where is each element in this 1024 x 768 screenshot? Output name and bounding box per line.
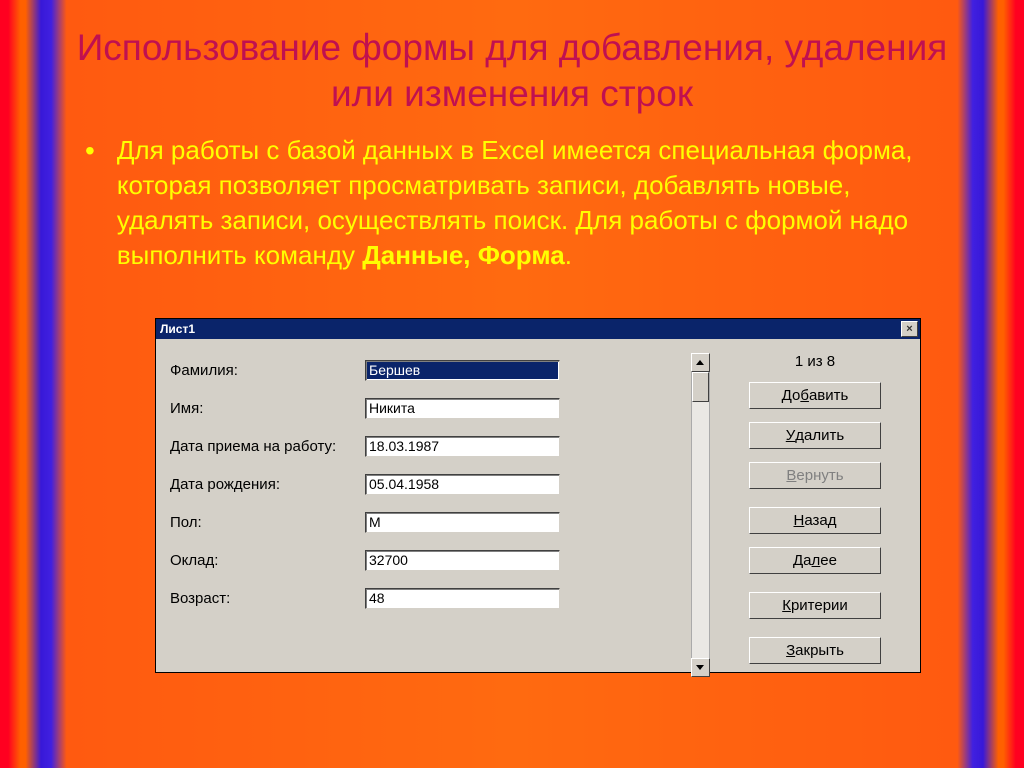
field-input[interactable] xyxy=(365,474,560,495)
next-button[interactable]: Далее xyxy=(749,547,881,574)
field-input[interactable] xyxy=(365,398,560,419)
data-form-dialog: Лист1 × Фамилия: Имя: Дата приема на работ… xyxy=(155,318,921,673)
field-row: Возраст: xyxy=(170,579,685,617)
btn-text-pre: До xyxy=(782,387,801,404)
field-label: Оклад: xyxy=(170,552,365,569)
restore-button: Вернуть xyxy=(749,462,881,489)
paragraph-text: Для работы с базой данных в Excel имеетс… xyxy=(117,133,949,273)
btn-accelerator: л xyxy=(812,552,821,569)
field-row: Дата приема на работу: xyxy=(170,427,685,465)
dialog-title: Лист1 xyxy=(160,322,195,336)
vertical-scrollbar[interactable] xyxy=(689,351,711,677)
bullet-item: • Для работы с базой данных в Excel имее… xyxy=(80,133,949,273)
paragraph-end: . xyxy=(565,240,572,270)
arrow-up-icon xyxy=(696,360,704,365)
btn-text-post: ее xyxy=(820,552,837,569)
slide-title: Использование формы для добавления, удал… xyxy=(60,0,964,128)
field-input[interactable] xyxy=(365,436,560,457)
criteria-button[interactable]: Критерии xyxy=(749,592,881,619)
btn-accelerator: б xyxy=(800,387,809,404)
field-row: Пол: xyxy=(170,503,685,541)
field-input[interactable] xyxy=(365,360,560,381)
close-icon[interactable]: × xyxy=(901,321,918,337)
btn-text-post: азад xyxy=(804,512,836,529)
scroll-up-button[interactable] xyxy=(691,353,710,372)
field-row: Оклад: xyxy=(170,541,685,579)
field-label: Возраст: xyxy=(170,590,365,607)
btn-accelerator: У xyxy=(786,427,796,444)
field-row: Дата рождения: xyxy=(170,465,685,503)
btn-accelerator: К xyxy=(782,597,791,614)
btn-text-post: ернуть xyxy=(796,467,843,484)
field-input[interactable] xyxy=(365,512,560,533)
field-input[interactable] xyxy=(365,588,560,609)
field-row: Имя: xyxy=(170,389,685,427)
prev-button[interactable]: Назад xyxy=(749,507,881,534)
field-label: Дата рождения: xyxy=(170,476,365,493)
btn-accelerator: З xyxy=(786,642,795,659)
delete-button[interactable]: Удалить xyxy=(749,422,881,449)
record-counter: 1 из 8 xyxy=(739,351,891,382)
close-button[interactable]: Закрыть xyxy=(749,637,881,664)
btn-text-pre: Да xyxy=(793,552,812,569)
field-label: Имя: xyxy=(170,400,365,417)
scroll-track[interactable] xyxy=(691,372,710,658)
bullet-icon: • xyxy=(80,133,117,169)
field-label: Пол: xyxy=(170,514,365,531)
scroll-down-button[interactable] xyxy=(691,658,710,677)
arrow-down-icon xyxy=(696,665,704,670)
btn-accelerator: Н xyxy=(794,512,805,529)
field-label: Дата приема на работу: xyxy=(170,438,365,455)
btn-text-post: ритерии xyxy=(791,597,848,614)
field-input[interactable] xyxy=(365,550,560,571)
btn-text-post: авить xyxy=(809,387,848,404)
field-label: Фамилия: xyxy=(170,362,365,379)
btn-accelerator: В xyxy=(786,467,796,484)
scroll-thumb[interactable] xyxy=(692,372,709,402)
btn-text-post: акрыть xyxy=(795,642,844,659)
dialog-titlebar[interactable]: Лист1 × xyxy=(156,319,920,339)
paragraph-bold: Данные, Форма xyxy=(362,240,564,270)
field-row: Фамилия: xyxy=(170,351,685,389)
btn-text-post: далить xyxy=(795,427,844,444)
add-button[interactable]: Добавить xyxy=(749,382,881,409)
